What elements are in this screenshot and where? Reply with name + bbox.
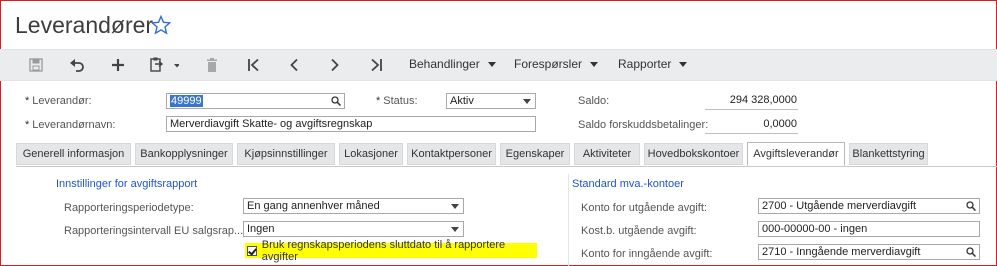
- toolbar: Behandlinger Forespørsler Rapporter: [0, 49, 997, 81]
- vendor-name-field[interactable]: Merverdiavgift Skatte- og avgiftsregnska…: [166, 116, 536, 132]
- out-vat-account-field[interactable]: 2700 - Utgående merverdiavgift: [758, 198, 980, 214]
- out-vat-account-value: 2700 - Utgående merverdiavgift: [762, 200, 917, 212]
- tax-report-settings-heading: Innstillinger for avgiftsrapport: [56, 178, 198, 190]
- in-vat-account-label: Konto for inngående avgift:: [581, 248, 713, 260]
- vendor-id-field[interactable]: 49999: [166, 93, 345, 109]
- next-record-icon[interactable]: [324, 54, 346, 76]
- page-title: Leverandører: [15, 12, 154, 38]
- last-record-icon[interactable]: [365, 54, 387, 76]
- menu-foresporsler[interactable]: Forespørsler: [514, 57, 599, 71]
- chevron-down-icon: [451, 204, 459, 209]
- period-type-select[interactable]: En gang annenhver måned: [243, 198, 464, 214]
- copy-paste-icon[interactable]: [146, 54, 182, 76]
- tab-blankettstyring[interactable]: Blankettstyring: [849, 143, 928, 165]
- balance-underline: [705, 109, 798, 110]
- chevron-down-icon: [523, 99, 531, 104]
- search-icon[interactable]: [966, 247, 976, 257]
- chevron-down-icon: [487, 62, 496, 68]
- vendor-name-label: * Leverandørnavn:: [25, 119, 116, 131]
- first-record-icon[interactable]: [243, 54, 265, 76]
- chevron-down-icon: [451, 227, 459, 232]
- prepayment-underline: [705, 133, 798, 134]
- vendor-name-value: Merverdiavgift Skatte- og avgiftsregnska…: [170, 118, 373, 130]
- period-type-value: En gang annenhver måned: [247, 200, 380, 212]
- chevron-down-icon: [679, 62, 688, 68]
- tab-hovedbokskontoer[interactable]: Hovedbokskontoer: [644, 143, 743, 165]
- tab-generell-informasjon[interactable]: Generell informasjon: [16, 143, 131, 165]
- eu-interval-value: Ingen: [247, 223, 275, 235]
- delete-icon[interactable]: [201, 54, 223, 76]
- status-value: Aktiv: [450, 95, 474, 107]
- tab-avgiftsleverandor[interactable]: Avgiftsleverandør: [747, 142, 845, 166]
- balance-label: Saldo:: [578, 95, 610, 107]
- default-vat-accounts-heading: Standard mva.-kontoer: [572, 178, 684, 190]
- previous-record-icon[interactable]: [283, 54, 305, 76]
- menu-behandlinger[interactable]: Behandlinger: [409, 57, 496, 71]
- save-icon[interactable]: [25, 54, 47, 76]
- tab-kjopsinnstillinger[interactable]: Kjøpsinnstillinger: [237, 143, 335, 165]
- menu-rapporter-label: Rapporter: [618, 57, 672, 71]
- eu-interval-select[interactable]: Ingen: [243, 221, 464, 237]
- use-period-enddate-option: Bruk regnskapsperiodens sluttdato til å …: [245, 239, 537, 263]
- tab-lokasjoner[interactable]: Lokasjoner: [339, 143, 403, 165]
- tab-kontaktpersoner[interactable]: Kontaktpersoner: [407, 143, 496, 165]
- menu-rapporter[interactable]: Rapporter: [618, 57, 688, 71]
- out-vat-sub-field[interactable]: 000-00000-00 - ingen: [758, 221, 980, 237]
- balance-value: 294 328,0000: [729, 94, 797, 106]
- undo-icon[interactable]: [66, 54, 88, 76]
- prepayment-balance-label: Saldo forskuddsbetalinger:: [578, 119, 709, 131]
- prepayment-balance-value: 0,0000: [763, 118, 797, 130]
- out-vat-account-label: Konto for utgående avgift:: [581, 202, 707, 214]
- section-divider: [568, 174, 569, 266]
- search-icon[interactable]: [966, 201, 976, 211]
- chevron-down-icon: [590, 62, 599, 68]
- out-vat-sub-value: 000-00000-00 - ingen: [762, 223, 868, 235]
- in-vat-account-value: 2710 - Inngående merverdiavgift: [762, 246, 921, 258]
- eu-interval-label: Rapporteringsintervall EU salgsrap...: [64, 225, 244, 237]
- menu-behandlinger-label: Behandlinger: [409, 57, 480, 71]
- tab-aktiviteter[interactable]: Aktiviteter: [574, 143, 640, 165]
- tab-egenskaper[interactable]: Egenskaper: [500, 143, 570, 165]
- menu-foresporsler-label: Forespørsler: [514, 57, 583, 71]
- period-type-label: Rapporteringsperiodetype:: [64, 202, 194, 214]
- status-select[interactable]: Aktiv: [446, 93, 536, 109]
- use-period-enddate-checkbox[interactable]: [247, 245, 257, 256]
- status-label: * Status:: [376, 95, 418, 107]
- out-vat-sub-label: Kost.b. utgående avgift:: [581, 225, 697, 237]
- use-period-enddate-label: Bruk regnskapsperiodens sluttdato til å …: [261, 238, 506, 263]
- search-icon[interactable]: [331, 96, 341, 106]
- add-icon[interactable]: [107, 54, 129, 76]
- in-vat-account-field[interactable]: 2710 - Inngående merverdiavgift: [758, 244, 980, 260]
- tab-underline: [16, 166, 997, 167]
- star-icon[interactable]: [151, 15, 171, 35]
- vendor-id-value: 49999: [170, 95, 203, 107]
- tab-bankopplysninger[interactable]: Bankopplysninger: [135, 143, 233, 165]
- vendor-label: * Leverandør:: [25, 95, 92, 107]
